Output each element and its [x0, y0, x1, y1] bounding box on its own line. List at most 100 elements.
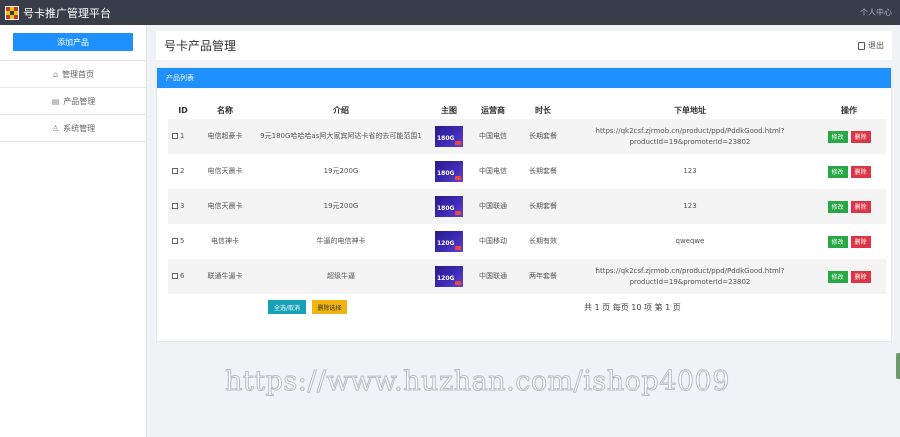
- row-name: 联通牛逼卡: [207, 272, 243, 280]
- row-checkbox[interactable]: [172, 203, 178, 209]
- delete-button[interactable]: 删除: [850, 130, 871, 143]
- edit-button[interactable]: 修改: [827, 130, 848, 143]
- row-checkbox[interactable]: [172, 133, 178, 139]
- row-duration: 长期套餐: [529, 132, 557, 140]
- brand: 号卡推广管理平台: [5, 5, 111, 21]
- app-title: 号卡推广管理平台: [23, 6, 111, 20]
- product-thumbnail: 120G: [435, 266, 463, 287]
- edit-button[interactable]: 修改: [827, 165, 848, 178]
- page-header: 号卡产品管理 退出: [156, 31, 892, 60]
- thumbnail-label: 180G: [437, 135, 455, 142]
- table-row: 1 电信超豪卡 9元180G哈哈哈as阿大家宾阿达卡省的去可能范围1 180G …: [168, 119, 886, 154]
- top-navbar: 号卡推广管理平台 个人中心: [0, 0, 900, 25]
- row-id: 6: [180, 272, 185, 280]
- table-row: 6 联通牛逼卡 超级牛逼 120G 中国联通 两年套餐 https://qk2c…: [168, 259, 886, 294]
- row-order-url: 123: [683, 167, 697, 175]
- table-row: 5 电信神卡 牛逼的电信神卡 120G 中国移动 长期有效 qweqwe 修改删…: [168, 224, 886, 259]
- product-thumbnail: 180G: [435, 161, 463, 182]
- delete-button[interactable]: 删除: [850, 235, 871, 248]
- col-header-carrier: 运营商: [481, 106, 505, 115]
- row-intro: 牛逼的电信神卡: [316, 237, 366, 245]
- select-all-button[interactable]: 全选/取消: [268, 300, 306, 314]
- row-checkbox[interactable]: [172, 168, 178, 174]
- row-id: 1: [180, 132, 185, 140]
- document-icon: ▤: [51, 96, 60, 106]
- table-header-row: ID 名称 介绍 主图 运营商 时长 下单地址 操作: [168, 102, 886, 119]
- row-id: 5: [180, 237, 185, 245]
- row-name: 电信神卡: [211, 237, 239, 245]
- sidebar-item-products[interactable]: ▤ 产品管理: [0, 88, 147, 115]
- sidebar-item-label: 系统管理: [63, 123, 96, 133]
- delete-button[interactable]: 删除: [850, 165, 871, 178]
- sidebar-item-label: 管理首页: [62, 69, 95, 79]
- logout-icon: [858, 41, 865, 50]
- row-duration: 长期套餐: [529, 167, 557, 175]
- sidebar-nav: ⌂ 管理首页 ▤ 产品管理 ♙ 系统管理: [0, 60, 147, 142]
- sidebar-item-label: 产品管理: [63, 96, 96, 106]
- edit-button[interactable]: 修改: [827, 200, 848, 213]
- row-name: 电信天晨卡: [207, 167, 243, 175]
- row-id: 3: [180, 202, 185, 210]
- thumbnail-label: 180G: [437, 170, 455, 177]
- table-row: 2 电信天晨卡 19元200G 180G 中国电信 长期套餐 123 修改 删除: [168, 154, 886, 189]
- product-thumbnail: 180G: [435, 126, 463, 147]
- sidebar-item-system[interactable]: ♙ 系统管理: [0, 115, 147, 142]
- add-product-button[interactable]: 添加产品: [13, 33, 133, 51]
- table-footer: 全选/取消 删除选择 共 1 页 每页 10 项 第 1 页: [157, 300, 893, 316]
- delete-button[interactable]: 删除: [850, 270, 871, 283]
- col-header-order-url: 下单地址: [674, 106, 706, 115]
- delete-selected-button[interactable]: 删除选择: [312, 300, 347, 314]
- row-name: 电信超豪卡: [207, 132, 243, 140]
- panel-title: 产品列表: [157, 68, 891, 88]
- row-intro: 9元180G哈哈哈as阿大家宾阿达卡省的去可能范围1: [260, 132, 422, 140]
- row-duration: 长期有效: [529, 237, 557, 245]
- table-row: 3 电信天晨卡 19元200G 180G 中国联通 长期套餐 123 修改 删除: [168, 189, 886, 224]
- row-intro: 19元200G: [323, 202, 359, 210]
- sidebar: 添加产品 ⌂ 管理首页 ▤ 产品管理 ♙ 系统管理: [0, 25, 147, 437]
- row-intro: 超级牛逼: [327, 272, 355, 280]
- col-header-actions: 操作: [841, 106, 857, 115]
- row-order-url: https://qk2csf.zjrmob.cn/product/ppd/Pdd…: [595, 126, 785, 146]
- row-carrier: 中国电信: [479, 132, 507, 140]
- col-header-image: 主图: [441, 106, 457, 115]
- thumbnail-label: 180G: [437, 205, 455, 212]
- row-checkbox[interactable]: [172, 238, 178, 244]
- thumbnail-label: 120G: [437, 240, 455, 247]
- row-order-url: qweqwe: [675, 237, 705, 245]
- col-header-duration: 时长: [535, 106, 551, 115]
- row-carrier: 中国联通: [479, 272, 507, 280]
- sidebar-item-home[interactable]: ⌂ 管理首页: [0, 61, 147, 88]
- col-header-intro: 介绍: [333, 106, 349, 115]
- logo-icon: [5, 5, 19, 20]
- row-duration: 长期套餐: [529, 202, 557, 210]
- watermark: https://www.huzhan.com/ishop4009: [225, 366, 730, 398]
- product-list-panel: 产品列表 ID 名称 介绍 主图 运营商 时长 下单地址 操作 1 电信超豪卡 …: [156, 67, 892, 342]
- side-scroll-handle[interactable]: [896, 353, 900, 379]
- product-thumbnail: 120G: [435, 231, 463, 252]
- delete-button[interactable]: 删除: [850, 200, 871, 213]
- home-icon: ⌂: [52, 69, 59, 79]
- col-header-name: 名称: [217, 106, 233, 115]
- row-checkbox[interactable]: [172, 273, 178, 279]
- row-carrier: 中国电信: [479, 167, 507, 175]
- row-carrier: 中国联通: [479, 202, 507, 210]
- logout-label: 退出: [868, 41, 884, 50]
- row-order-url: https://qk2csf.zjrmob.cn/product/ppd/Pdd…: [595, 266, 785, 286]
- user-icon: ♙: [51, 123, 60, 133]
- product-table: ID 名称 介绍 主图 运营商 时长 下单地址 操作 1 电信超豪卡 9元180…: [168, 102, 886, 294]
- row-duration: 两年套餐: [529, 272, 557, 280]
- row-carrier: 中国移动: [479, 237, 507, 245]
- row-intro: 19元200G: [323, 167, 359, 175]
- pagination-info: 共 1 页 每页 10 项 第 1 页: [584, 303, 681, 312]
- logout-button[interactable]: 退出: [858, 40, 884, 51]
- row-order-url: 123: [683, 202, 697, 210]
- edit-button[interactable]: 修改: [827, 235, 848, 248]
- edit-button[interactable]: 修改: [827, 270, 848, 283]
- row-id: 2: [180, 167, 185, 175]
- product-thumbnail: 180G: [435, 196, 463, 217]
- row-name: 电信天晨卡: [207, 202, 243, 210]
- thumbnail-label: 120G: [437, 275, 455, 282]
- user-center-link[interactable]: 个人中心: [860, 7, 892, 18]
- page-title: 号卡产品管理: [164, 39, 237, 53]
- col-header-id: ID: [178, 106, 188, 115]
